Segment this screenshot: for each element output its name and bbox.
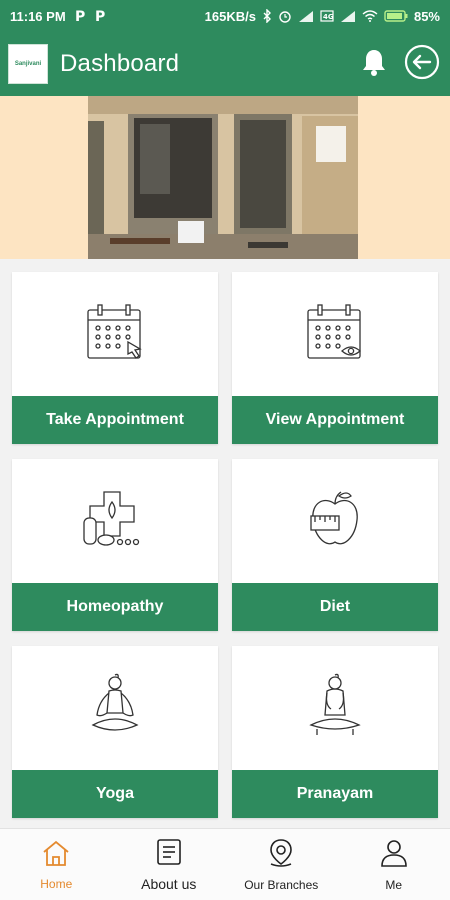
- parking-icon: P: [74, 9, 86, 23]
- clinic-photo: [88, 96, 358, 259]
- user-icon: [380, 838, 408, 873]
- signal-icon: [340, 10, 356, 22]
- home-icon: [41, 839, 71, 872]
- parking-icon: P: [94, 9, 106, 23]
- page-title: Dashboard: [60, 50, 180, 77]
- take-appointment-label: Take Appointment: [12, 396, 218, 444]
- network-speed: 165KB/s: [204, 8, 256, 24]
- nav-our-branches-label: Our Branches: [244, 877, 319, 892]
- alarm-icon: [278, 9, 292, 23]
- diet-label: Diet: [232, 583, 438, 631]
- clinic-banner: [0, 96, 450, 259]
- nav-home[interactable]: Home: [0, 829, 113, 900]
- battery-level: 85%: [413, 8, 440, 24]
- view-appointment-card[interactable]: View Appointment: [232, 272, 438, 444]
- app-logo: Sanjivani: [8, 44, 48, 84]
- diet-card[interactable]: Diet: [232, 459, 438, 631]
- battery-icon: [384, 10, 408, 22]
- pranayam-label: Pranayam: [232, 770, 438, 818]
- svg-text:P: P: [75, 9, 85, 23]
- homeopathy-label: Homeopathy: [12, 583, 218, 631]
- nav-home-label: Home: [40, 876, 73, 891]
- notification-bell-icon[interactable]: [360, 47, 388, 82]
- nav-me-label: Me: [385, 877, 403, 892]
- nav-our-branches[interactable]: Our Branches: [225, 829, 338, 900]
- bluetooth-icon: [262, 9, 272, 23]
- status-time: 11:16 PM: [10, 8, 66, 24]
- app-bar: Sanjivani Dashboard: [0, 32, 450, 96]
- yoga-label: Yoga: [12, 770, 218, 818]
- bottom-navigation: Home About us Our Branches Me: [0, 828, 450, 900]
- volte-icon: 4G: [320, 10, 334, 22]
- yoga-icon: [85, 673, 145, 744]
- calendar-eye-icon: [304, 302, 366, 367]
- nav-me[interactable]: Me: [338, 829, 450, 900]
- document-icon: [156, 838, 182, 871]
- pranayam-icon: [305, 673, 365, 744]
- svg-text:4G: 4G: [323, 13, 334, 21]
- logout-icon[interactable]: [404, 44, 440, 85]
- nav-about-us-label: About us: [141, 875, 197, 892]
- pranayam-card[interactable]: Pranayam: [232, 646, 438, 818]
- take-appointment-card[interactable]: Take Appointment: [12, 272, 218, 444]
- nav-about-us[interactable]: About us: [113, 829, 226, 900]
- yoga-card[interactable]: Yoga: [12, 646, 218, 818]
- wifi-icon: [362, 10, 378, 22]
- svg-text:P: P: [95, 9, 105, 23]
- apple-tape-icon: [307, 488, 363, 555]
- homeopathy-icon: [82, 488, 148, 555]
- status-bar: 11:16 PM P P 165KB/s 4G 85%: [0, 0, 450, 32]
- signal-icon: [298, 10, 314, 22]
- homeopathy-card[interactable]: Homeopathy: [12, 459, 218, 631]
- calendar-touch-icon: [84, 302, 146, 367]
- view-appointment-label: View Appointment: [232, 396, 438, 444]
- location-pin-icon: [267, 838, 295, 873]
